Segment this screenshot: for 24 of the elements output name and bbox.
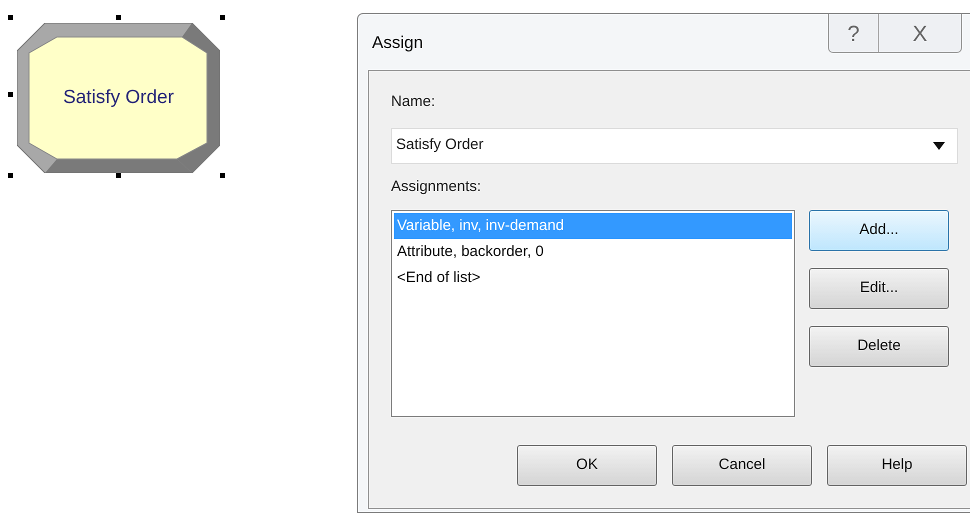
selection-handle-icon[interactable] — [116, 15, 121, 20]
selection-handle-icon[interactable] — [220, 173, 225, 178]
list-item[interactable]: Attribute, backorder, 0 — [394, 239, 792, 265]
module-shape-drawing[interactable] — [17, 23, 220, 173]
side-button[interactable]: Add... — [809, 210, 949, 251]
dialog-button[interactable]: Cancel — [672, 445, 812, 486]
name-combobox[interactable]: Satisfy Order — [391, 128, 958, 164]
selection-handle-icon[interactable] — [116, 173, 121, 178]
module-label: Satisfy Order — [63, 86, 174, 110]
dialog-button[interactable]: Help — [827, 445, 967, 486]
close-button[interactable]: X — [879, 14, 961, 52]
side-button[interactable]: Delete — [809, 326, 949, 367]
selection-handle-icon[interactable] — [220, 15, 225, 20]
selection-handle-icon[interactable] — [8, 173, 13, 178]
window-title: Assign — [372, 32, 424, 54]
list-item[interactable]: <End of list> — [394, 265, 792, 291]
help-icon-button[interactable]: ? — [829, 14, 879, 52]
assignments-label: Assignments: — [391, 176, 482, 196]
selection-handle-icon[interactable] — [8, 15, 13, 20]
side-button[interactable]: Edit... — [809, 268, 949, 309]
dialog-button[interactable]: OK — [517, 445, 657, 486]
name-label: Name: — [391, 92, 436, 112]
dropdown-arrow-icon — [933, 142, 945, 150]
selection-handle-icon[interactable] — [8, 92, 13, 97]
